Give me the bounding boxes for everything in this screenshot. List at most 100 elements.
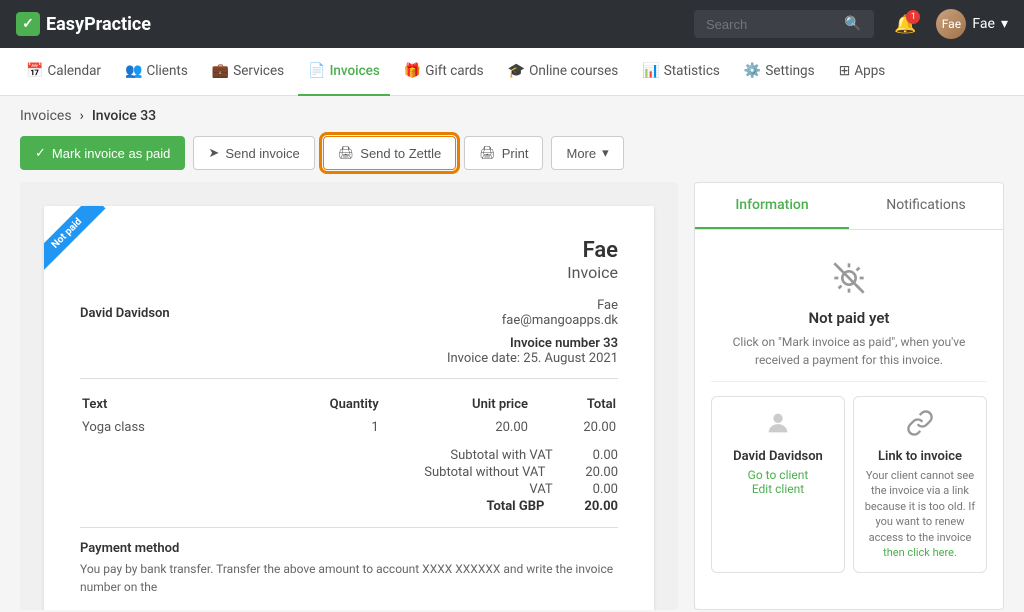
send-to-zettle-button[interactable]: 🖨 Send to Zettle: [323, 136, 456, 170]
notifications-button[interactable]: 🔔 1: [894, 14, 916, 35]
more-label: More: [566, 146, 596, 161]
invoice-paper: Not paid Fae Invoice David Davidson Fae: [44, 206, 654, 610]
line-item-quantity: 1: [250, 418, 379, 437]
giftcards-icon: 🎁: [404, 63, 421, 79]
user-menu-button[interactable]: Fae Fae ▾: [936, 9, 1008, 39]
search-icon: 🔍: [844, 16, 861, 32]
checkmark-icon: ✓: [35, 145, 46, 161]
sidebar-item-settings[interactable]: ⚙️ Settings: [734, 48, 825, 96]
subtotal-no-vat-label: Subtotal without VAT: [424, 465, 545, 480]
clients-icon: 👥: [125, 63, 142, 79]
invoice-divider-top: [80, 378, 618, 379]
invoice-divider-bottom: [80, 527, 618, 528]
nav-onlinecourses-label: Online courses: [529, 63, 618, 79]
invoice-payment: Payment method You pay by bank transfer.…: [80, 540, 618, 596]
client-card-title: David Davidson: [722, 449, 834, 464]
user-chevron-icon: ▾: [1001, 16, 1008, 32]
app-logo[interactable]: ✓ EasyPractice: [16, 12, 151, 36]
link-card-icon: [864, 409, 976, 443]
sidebar-item-clients[interactable]: 👥 Clients: [115, 48, 198, 96]
subtotal-vat-row: Subtotal with VAT 0.00: [80, 447, 618, 464]
invoices-icon: 📄: [308, 63, 325, 79]
link-card-desc-text: Your client cannot see the invoice via a…: [865, 469, 976, 544]
mark-paid-label: Mark invoice as paid: [52, 146, 171, 161]
total-label: Total GBP: [487, 499, 545, 514]
avatar: Fae: [936, 9, 966, 39]
subtotal-no-vat-value: 20.00: [585, 465, 618, 480]
vat-value: 0.00: [593, 482, 618, 497]
not-paid-icon: [719, 262, 979, 301]
sidebar-item-invoices[interactable]: 📄 Invoices: [298, 48, 390, 96]
sidebar-item-apps[interactable]: ⊞ Apps: [829, 48, 896, 96]
invoice-meta-company: Fae: [447, 298, 618, 313]
total-value: 20.00: [584, 499, 618, 514]
line-item-total: 20.00: [530, 418, 616, 437]
invoice-subtotals: Subtotal with VAT 0.00 Subtotal without …: [80, 447, 618, 515]
secondary-navigation: 📅 Calendar 👥 Clients 💼 Services 📄 Invoic…: [0, 48, 1024, 96]
tab-information[interactable]: Information: [695, 183, 849, 229]
top-navigation: ✓ EasyPractice 🔍 🔔 1 Fae Fae ▾: [0, 0, 1024, 48]
invoice-header: Fae Invoice: [80, 238, 618, 282]
search-input[interactable]: [706, 17, 836, 32]
link-to-invoice-card: Link to invoice Your client cannot see t…: [853, 396, 987, 573]
search-bar[interactable]: 🔍: [694, 10, 874, 38]
sidebar-item-onlinecourses[interactable]: 🎓 Online courses: [498, 48, 629, 96]
onlinecourses-icon: 🎓: [508, 63, 525, 79]
statistics-icon: 📊: [642, 63, 659, 79]
not-paid-desc: Click on "Mark invoice as paid", when yo…: [719, 333, 979, 369]
app-name: EasyPractice: [46, 14, 151, 35]
invoice-meta-number: Invoice number 33: [447, 336, 618, 351]
tab-notifications[interactable]: Notifications: [849, 183, 1003, 229]
breadcrumb-parent[interactable]: Invoices: [20, 108, 72, 124]
invoice-meta: Fae fae@mangoapps.dk Invoice number 33 I…: [447, 298, 618, 366]
sidebar-item-giftcards[interactable]: 🎁 Gift cards: [394, 48, 494, 96]
print-button[interactable]: 🖨 Print: [464, 136, 543, 170]
sidebar-item-services[interactable]: 💼 Services: [202, 48, 294, 96]
zettle-icon: 🖨: [338, 145, 355, 161]
logo-check-icon: ✓: [16, 12, 40, 36]
invoice-number-label: Invoice number 33: [510, 336, 618, 351]
subtotal-vat-label: Subtotal with VAT: [450, 448, 552, 463]
send-invoice-label: Send invoice: [225, 146, 299, 161]
client-card: David Davidson Go to client Edit client: [711, 396, 845, 573]
send-invoice-button[interactable]: ➤ Send invoice: [193, 136, 314, 170]
sidebar-item-statistics[interactable]: 📊 Statistics: [632, 48, 730, 96]
not-paid-title: Not paid yet: [719, 309, 979, 327]
invoice-title: Invoice: [567, 263, 618, 282]
nav-giftcards-label: Gift cards: [425, 63, 483, 79]
payment-method-desc: You pay by bank transfer. Transfer the a…: [80, 560, 618, 596]
apps-icon: ⊞: [839, 63, 851, 79]
right-panel: Information Notifications Not paid yet C…: [694, 182, 1004, 610]
payment-method-title: Payment method: [80, 541, 179, 556]
invoice-client-info: David Davidson: [80, 298, 170, 366]
action-bar: ✓ Mark invoice as paid ➤ Send invoice 🖨 …: [0, 136, 1024, 182]
total-row: Total GBP 20.00: [80, 498, 618, 515]
client-card-icon: [722, 409, 834, 443]
subtotal-vat-value: 0.00: [593, 448, 618, 463]
table-row: Yoga class 1 20.00 20.00: [82, 418, 616, 437]
breadcrumb: Invoices › Invoice 33: [0, 96, 1024, 136]
link-card-desc: Your client cannot see the invoice via a…: [864, 468, 976, 560]
mark-invoice-paid-button[interactable]: ✓ Mark invoice as paid: [20, 136, 185, 170]
more-button[interactable]: More ▾: [551, 136, 623, 170]
col-unit-price: Unit price: [381, 393, 528, 416]
send-zettle-label: Send to Zettle: [360, 146, 441, 161]
link-card-link[interactable]: then click here.: [883, 546, 957, 559]
panel-tabs: Information Notifications: [695, 183, 1003, 230]
main-content: Not paid Fae Invoice David Davidson Fae: [0, 182, 1024, 610]
settings-icon: ⚙️: [744, 63, 761, 79]
services-icon: 💼: [212, 63, 229, 79]
sidebar-item-calendar[interactable]: 📅 Calendar: [16, 48, 111, 96]
edit-client-link[interactable]: Edit client: [722, 482, 834, 496]
ribbon-container: Not paid: [44, 206, 124, 286]
col-text: Text: [82, 393, 248, 416]
line-item-text: Yoga class: [82, 418, 248, 437]
invoice-meta-email: fae@mangoapps.dk: [447, 313, 618, 328]
invoice-table: Text Quantity Unit price Total Yoga clas…: [80, 391, 618, 439]
invoice-date-label: Invoice date: 25. August 2021: [447, 351, 618, 366]
nav-settings-label: Settings: [765, 63, 814, 79]
col-quantity: Quantity: [250, 393, 379, 416]
calendar-icon: 📅: [26, 63, 43, 79]
nav-clients-label: Clients: [146, 63, 187, 79]
go-to-client-link[interactable]: Go to client: [722, 468, 834, 482]
